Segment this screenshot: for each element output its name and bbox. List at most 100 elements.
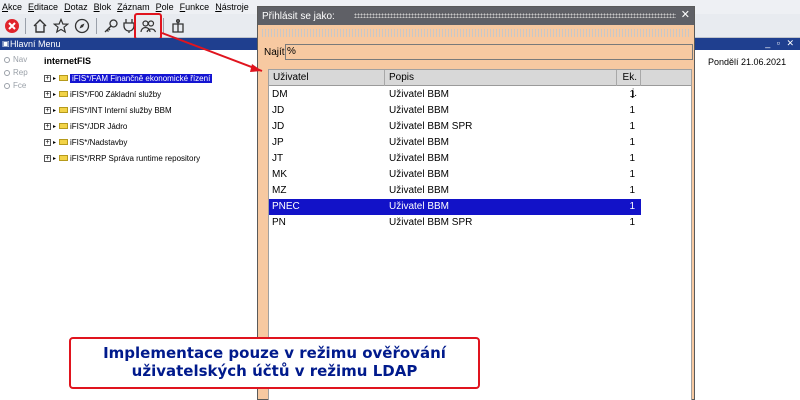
tree-item[interactable]: + ▸ iFIS*/F00 Základní služby (44, 86, 212, 102)
column-header-user[interactable]: Uživatel (269, 70, 385, 86)
description-cell: Uživatel BBM (389, 137, 450, 148)
menu-dotaz[interactable]: Dotaz (64, 2, 88, 12)
search-row: Najít % (264, 44, 693, 60)
folder-icon (59, 107, 69, 113)
table-row[interactable]: JP Uživatel BBM 1 (269, 135, 641, 151)
toolbar-separator (96, 18, 97, 34)
table-row[interactable]: PN Uživatel BBM SPR 1 (269, 215, 641, 231)
arrow-icon: ▸ (53, 75, 57, 82)
annotation-line-1: Implementace pouze v režimu ověřování (103, 344, 446, 362)
toolbar-separator (25, 18, 26, 34)
radio-label: Nav (13, 55, 28, 64)
ek-cell: 1 (629, 89, 635, 100)
table-row[interactable]: MK Uživatel BBM 1 (269, 167, 641, 183)
description-cell: Uživatel BBM (389, 153, 450, 164)
table-row-selected[interactable]: PNEC Uživatel BBM 1 (269, 199, 641, 215)
radio-nav[interactable]: Nav (4, 55, 27, 64)
titlebar-grip (354, 13, 676, 18)
tree-item[interactable]: + ▸ iFIS*/FAM Finančně ekonomické řízení (44, 70, 213, 86)
toolbar-separator (163, 18, 164, 34)
table-row[interactable]: JT Uživatel BBM 1 (269, 151, 641, 167)
users-button-highlight (134, 13, 162, 40)
tree-item[interactable]: + ▸ iFIS*/INT Interní služby BBM (44, 102, 212, 118)
side-panel: Nav Rep Fce (0, 50, 40, 400)
tree-item-label: iFIS*/Nadstavby (70, 137, 128, 147)
column-header-description[interactable]: Popis (385, 70, 617, 86)
menu-akce[interactable]: Akce (2, 2, 22, 12)
radio-fce[interactable]: Fce (4, 81, 26, 90)
radio-circle-icon (4, 69, 10, 76)
arrow-icon: ▸ (53, 107, 57, 114)
table-row[interactable]: DM Uživatel BBM 1 (269, 87, 641, 103)
close-icon[interactable] (2, 16, 22, 36)
description-cell: Uživatel BBM SPR (389, 121, 473, 132)
table-row[interactable]: JD Uživatel BBM 1 (269, 103, 641, 119)
expand-icon[interactable]: + (44, 138, 51, 146)
ek-cell: 1 (629, 137, 635, 148)
user-cell: PN (272, 217, 286, 228)
folder-icon (59, 139, 69, 145)
radio-label: Rep (13, 68, 28, 77)
menu-zaznam[interactable]: Záznam (117, 2, 150, 12)
search-input[interactable]: % (285, 44, 693, 60)
description-cell: Uživatel BBM (389, 201, 450, 212)
tree-item-label: iFIS*/RRP Správa runtime repository (70, 153, 201, 163)
expand-icon[interactable]: + (44, 122, 51, 130)
compass-icon[interactable] (72, 16, 92, 36)
tree-item[interactable]: + ▸ iFIS*/JDR Jádro (44, 118, 212, 134)
user-cell: MZ (272, 185, 287, 196)
menu-funkce[interactable]: Funkce (180, 2, 210, 12)
table-row[interactable]: MZ Uživatel BBM 1 (269, 183, 641, 199)
description-cell: Uživatel BBM SPR (389, 217, 473, 228)
ek-cell: 1 (629, 105, 635, 116)
dialog-title: Přihlásit se jako: (262, 10, 335, 22)
folder-icon (59, 155, 69, 161)
menu-blok[interactable]: Blok (94, 2, 112, 12)
tree-item-label: iFIS*/JDR Jádro (70, 121, 128, 131)
tree-item-label: iFIS*/FAM Finančně ekonomické řízení (70, 73, 213, 83)
expand-icon[interactable]: + (44, 154, 51, 162)
user-cell: JD (272, 105, 285, 116)
home-icon[interactable] (30, 16, 50, 36)
star-icon[interactable] (51, 16, 71, 36)
user-cell: MK (272, 169, 287, 180)
radio-rep[interactable]: Rep (4, 68, 28, 77)
dialog-divider (262, 29, 690, 37)
expand-icon[interactable]: + (44, 106, 51, 114)
key-icon[interactable] (101, 16, 121, 36)
user-cell: JD (272, 121, 285, 132)
search-label: Najít (264, 47, 285, 58)
dialog-titlebar[interactable]: Přihlásit se jako: ✕ (258, 7, 694, 25)
user-cell: JT (272, 153, 284, 164)
menu-nastroje[interactable]: Nástroje (215, 2, 249, 12)
dialog-close-icon[interactable]: ✕ (681, 8, 690, 21)
description-cell: Uživatel BBM (389, 169, 450, 180)
user-cell: JP (272, 137, 284, 148)
user-cell: DM (272, 89, 288, 100)
window-controls[interactable]: _ ▫ ✕ (765, 38, 796, 49)
annotation-box: Implementace pouze v režimu ověřování už… (69, 337, 480, 389)
date-label: Pondělí 21.06.2021 (708, 57, 787, 67)
table-row[interactable]: JD Uživatel BBM SPR 1 (269, 119, 641, 135)
tree-item[interactable]: + ▸ iFIS*/Nadstavby (44, 134, 212, 150)
tree-item-label: iFIS*/INT Interní služby BBM (70, 105, 172, 115)
arrow-icon: ▸ (53, 123, 57, 130)
expand-icon[interactable]: + (44, 74, 51, 82)
folder-icon (59, 75, 69, 81)
content-title: internetFIS (44, 56, 92, 66)
arrow-icon: ▸ (53, 91, 57, 98)
ek-cell: 1 (629, 121, 635, 132)
menu-pole[interactable]: Pole (156, 2, 174, 12)
radio-label: Fce (13, 81, 27, 90)
expand-icon[interactable]: + (44, 90, 51, 98)
ek-cell: 1 (629, 169, 635, 180)
table-header: Uživatel Popis Ek. j. (269, 70, 691, 99)
ek-cell: 1 (629, 201, 635, 212)
package-icon[interactable] (168, 16, 188, 36)
menu-editace[interactable]: Editace (28, 2, 58, 12)
ek-cell: 1 (629, 153, 635, 164)
right-panel (690, 50, 800, 400)
tree-item[interactable]: + ▸ iFIS*/RRP Správa runtime repository (44, 150, 212, 166)
tree-item-label: iFIS*/F00 Základní služby (70, 89, 162, 99)
column-header-ek[interactable]: Ek. j. (617, 70, 641, 99)
